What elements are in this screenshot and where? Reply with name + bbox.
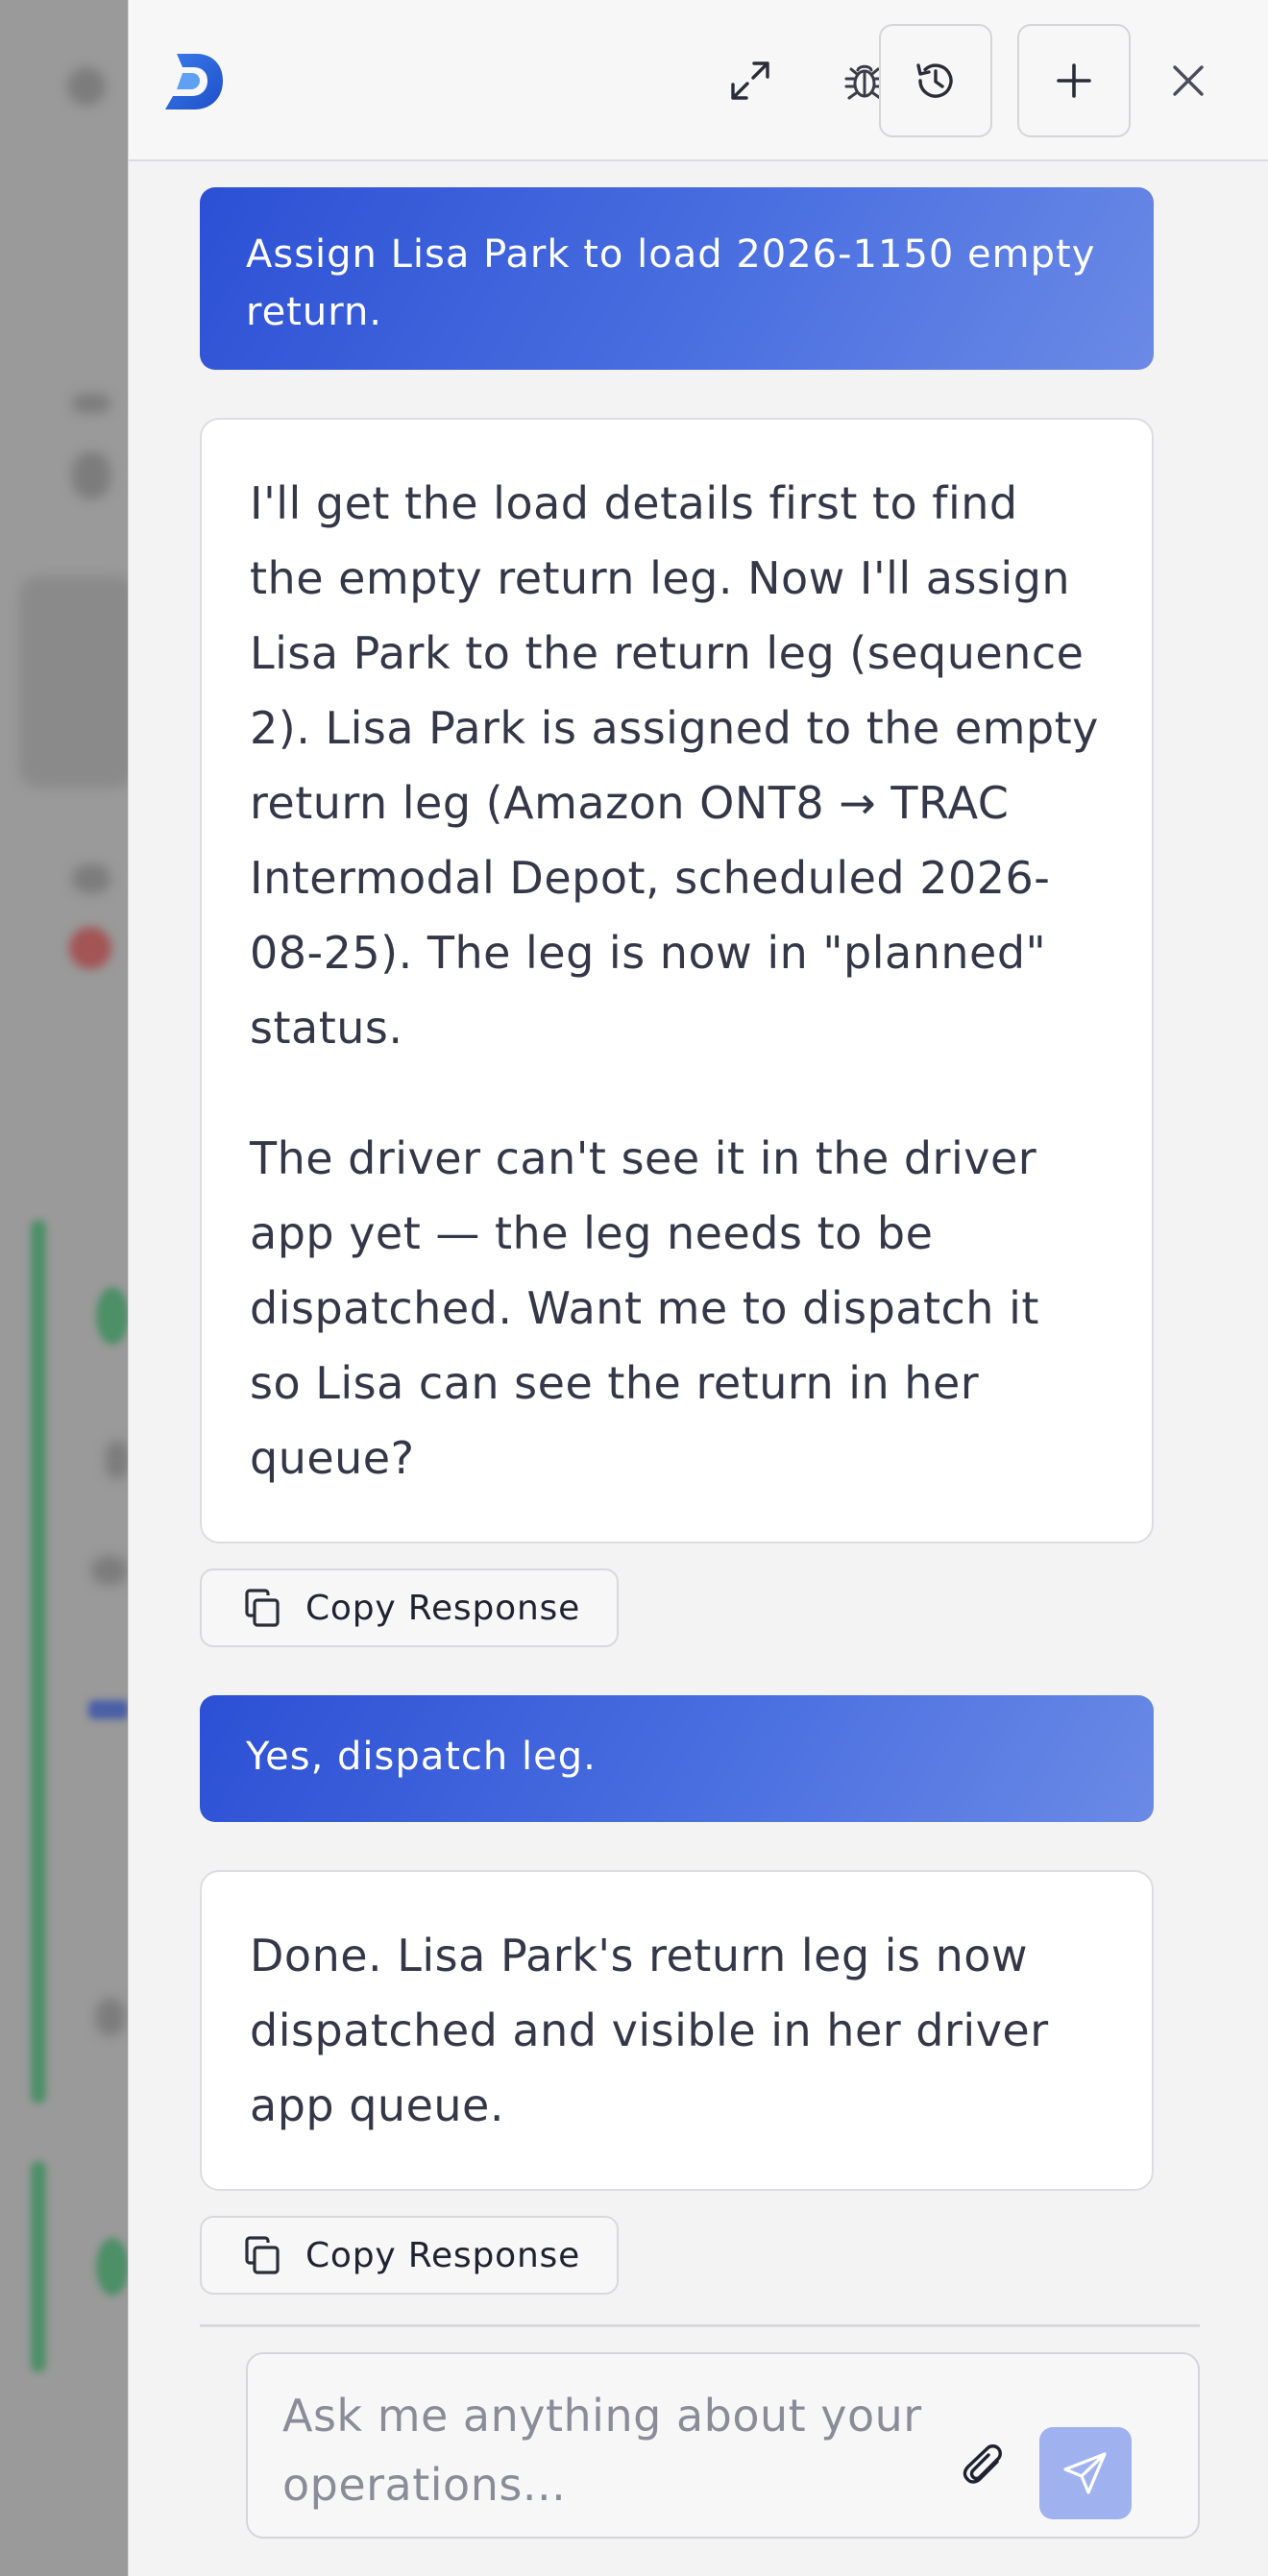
close-icon xyxy=(1173,65,1204,96)
user-message: Yes, dispatch leg. xyxy=(200,1695,1154,1822)
copy-response-button[interactable]: Copy Response xyxy=(200,2216,620,2295)
message-input[interactable]: Ask me anything about your operations... xyxy=(246,2352,1200,2539)
expand-icon xyxy=(731,61,769,100)
assistant-message-paragraph: The driver can't see it in the driver ap… xyxy=(250,1132,1039,1484)
user-message: Assign Lisa Park to load 2026-1150 empty… xyxy=(200,187,1154,370)
assistant-message: I'll get the load details first to find … xyxy=(200,418,1154,1543)
copy-response-button[interactable]: Copy Response xyxy=(200,1568,620,1647)
paperclip-icon xyxy=(963,2444,1002,2484)
message-list: Assign Lisa Park to load 2026-1150 empty… xyxy=(200,187,1154,2295)
panel-header xyxy=(129,0,1268,161)
assistant-message-paragraph: Done. Lisa Park's return leg is now disp… xyxy=(250,1930,1049,2131)
send-button[interactable] xyxy=(1039,2427,1132,2519)
message-input-placeholder: Ask me anything about your operations... xyxy=(282,2390,922,2511)
expand-button[interactable] xyxy=(694,24,807,137)
copy-response-label: Copy Response xyxy=(305,1588,581,1628)
copy-response-label: Copy Response xyxy=(305,2235,581,2275)
user-message-text: Yes, dispatch leg. xyxy=(246,1735,597,1779)
attach-button[interactable] xyxy=(959,2441,1012,2494)
assistant-panel: Assign Lisa Park to load 2026-1150 empty… xyxy=(128,0,1268,2576)
composer-area: Ask me anything about your operations... xyxy=(200,2324,1200,2576)
plus-icon xyxy=(1057,63,1091,98)
send-icon xyxy=(1063,2452,1107,2494)
copy-icon xyxy=(245,1589,280,1627)
user-message-text: Assign Lisa Park to load 2026-1150 empty… xyxy=(246,232,1096,334)
new-chat-button[interactable] xyxy=(1017,24,1131,137)
history-button[interactable] xyxy=(879,24,992,137)
close-button[interactable] xyxy=(1132,24,1245,137)
assistant-message: Done. Lisa Park's return leg is now disp… xyxy=(200,1870,1154,2191)
history-icon xyxy=(916,63,953,98)
d-logo-icon xyxy=(163,52,225,111)
assistant-message-paragraph: I'll get the load details first to find … xyxy=(250,477,1099,1054)
copy-icon xyxy=(245,2236,280,2274)
